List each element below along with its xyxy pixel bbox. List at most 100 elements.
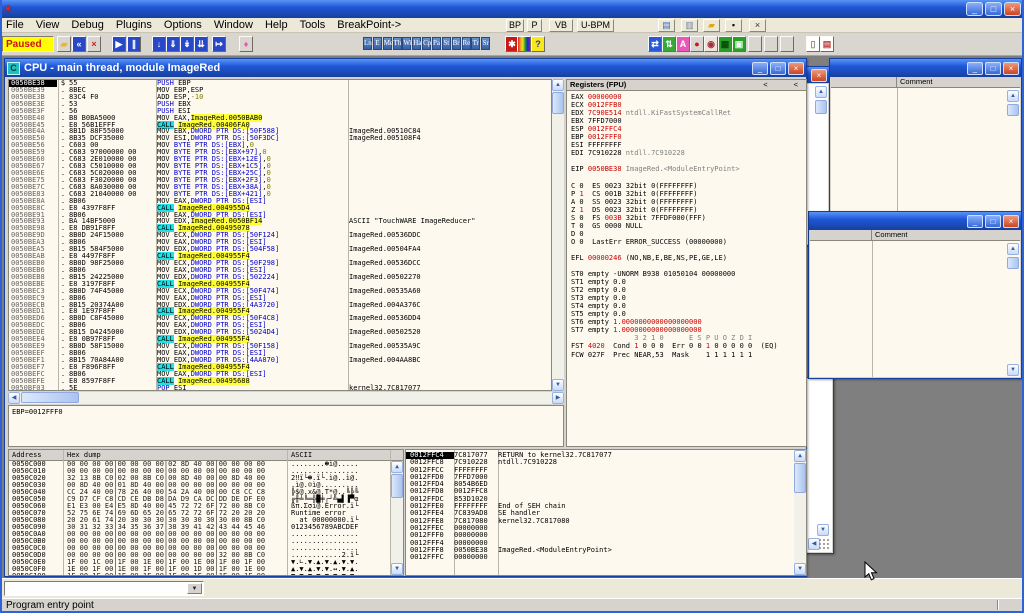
disasm-row[interactable]: 0050BEB0.8B0D 98F25000MOV ECX,DWORD PTR … (9, 260, 551, 267)
stack-row[interactable]: 0012FFFC00000000 (406, 554, 794, 561)
disasm-row[interactable]: 0050BEFE.E8 8597F8FFCALL ImageRed.004956… (9, 378, 551, 385)
register-line[interactable] (571, 173, 806, 181)
blank-button-2[interactable] (764, 36, 778, 52)
step-over-icon[interactable]: ⇓ (166, 36, 180, 52)
disasm-scroll-down[interactable]: ▼ (552, 379, 564, 391)
cpu-maximize-button[interactable]: □ (770, 62, 786, 75)
register-line[interactable] (571, 157, 806, 165)
menu-breakpoint[interactable]: BreakPoint-> (331, 18, 407, 33)
stack-pane[interactable]: 0012FFC47C817077RETURN to kernel32.7C817… (405, 449, 807, 576)
bp-button-vb[interactable]: VB (549, 19, 573, 32)
register-line[interactable]: ECX 0012FFB0 (571, 101, 806, 109)
restore-button[interactable]: □ (985, 2, 1002, 16)
dump-header-ascii[interactable]: ASCII (287, 450, 312, 460)
disasm-row[interactable]: 0050BF03.5EPOP ESIkernel32.7C817077 (9, 385, 551, 391)
close-button[interactable]: × (1004, 2, 1021, 16)
disasm-scroll-up[interactable]: ▲ (552, 79, 564, 91)
appearance-icon[interactable] (517, 36, 531, 52)
letter-button-wi[interactable]: Wi (402, 37, 411, 50)
register-line[interactable]: S 0 FS 003B 32bit 7FFDF000(FFF) (571, 214, 806, 222)
register-line[interactable]: D 0 (571, 230, 806, 238)
bp-button-bp[interactable]: BP (506, 19, 524, 32)
stack-scroll-thumb[interactable] (794, 463, 806, 493)
dump-row[interactable]: 0050C1001F 00 1F 00|1F 00 1F 00|1F 00 1F… (9, 573, 391, 576)
letter-button-cp[interactable]: Cp (422, 37, 431, 50)
menu-file[interactable]: File (0, 18, 30, 33)
blank-button-1[interactable] (748, 36, 762, 52)
winC-scroll-down[interactable]: ▼ (1007, 364, 1019, 376)
register-line[interactable]: P 1 CS 001B 32bit 0(FFFFFFFF) (571, 190, 806, 198)
letter-button-re[interactable]: Re (462, 37, 471, 50)
register-line[interactable] (571, 262, 806, 270)
assemble-icon[interactable]: A (676, 36, 690, 52)
menu-debug[interactable]: Debug (65, 18, 109, 33)
register-line[interactable]: ST0 empty -UNORM B938 01050104 00000000 (571, 270, 806, 278)
winC-scroll-up[interactable]: ▲ (1007, 243, 1019, 255)
winB-scroll-up[interactable]: ▲ (1007, 90, 1019, 102)
letter-button-e[interactable]: E (373, 37, 382, 50)
register-line[interactable]: ESP 0012FFC4 (571, 125, 806, 133)
restart-icon[interactable]: « (72, 36, 86, 52)
disasm-row[interactable]: 0050BE38$55PUSH EBP (9, 80, 551, 87)
layout-2-icon[interactable]: ▤ (820, 36, 834, 52)
menu-tools[interactable]: Tools (294, 18, 332, 33)
letter-button-tr[interactable]: Tr (471, 37, 480, 50)
comment-window-bottom[interactable]: _ □ × Comment ▲ ▼ (808, 211, 1022, 379)
dump-scroll-up[interactable]: ▲ (391, 461, 403, 473)
updown-icon[interactable]: ⇅ (662, 36, 676, 52)
winB-comment-header[interactable]: Comment (897, 77, 933, 87)
close-bar-button[interactable]: × (749, 19, 766, 32)
register-line[interactable]: EDX 7C90E514 ntdll.KiFastSystemCallRet (571, 109, 806, 117)
blank-button-3[interactable] (780, 36, 794, 52)
disasm-scroll-leftbtn[interactable]: ◀ (8, 392, 20, 404)
register-line[interactable]: EBX 7FFD7000 (571, 117, 806, 125)
disasm-row[interactable]: 0050BEF7.E8 F896F8FFCALL ImageRed.004955… (9, 364, 551, 371)
register-line[interactable]: EAX 00000000 (571, 93, 806, 101)
goto-icon[interactable]: ♦ (239, 36, 253, 52)
register-line[interactable]: ST2 empty 0.0 (571, 286, 806, 294)
winB-maximize-button[interactable]: □ (985, 62, 1001, 75)
dump-pane[interactable]: Address Hex dump ASCII 0050C00000 00 00 … (8, 449, 404, 576)
close-program-icon[interactable]: × (87, 36, 101, 52)
winB-titlebar[interactable]: _ □ × (830, 59, 1021, 77)
disasm-row[interactable]: 0050BED6.8B0D C8F45000MOV ECX,DWORD PTR … (9, 315, 551, 322)
cpu-minimize-button[interactable]: _ (752, 62, 768, 75)
winA-close-button[interactable]: × (811, 69, 827, 82)
run-icon[interactable]: ▶ (112, 36, 126, 52)
winC-maximize-button[interactable]: □ (985, 215, 1001, 228)
disassembly-vscrollbar[interactable]: ▲ ▼ (552, 79, 564, 391)
bp-button-p[interactable]: P (527, 19, 542, 32)
winC-titlebar[interactable]: _ □ × (809, 212, 1021, 230)
dump-scroll-thumb[interactable] (391, 474, 403, 498)
disasm-row[interactable]: 0050BE9D.8B0D 24F15000MOV ECX,DWORD PTR … (9, 232, 551, 239)
register-line[interactable]: A 0 SS 0023 32bit 0(FFFFFFFF) (571, 198, 806, 206)
menu-options[interactable]: Options (158, 18, 208, 33)
letter-button-ln[interactable]: Ln (363, 37, 372, 50)
disassembly-pane[interactable]: 0050BE38$55PUSH EBP0050BE39.8BECMOV EBP,… (8, 79, 552, 391)
disassembly-hscrollbar[interactable]: ◀ ▶ (8, 392, 564, 404)
menu-plugins[interactable]: Plugins (110, 18, 158, 33)
letter-button-br[interactable]: Br (452, 37, 461, 50)
register-line[interactable]: ST4 empty 0.0 (571, 302, 806, 310)
trace-into-icon[interactable]: ↡ (180, 36, 194, 52)
winB-close-button[interactable]: × (1003, 62, 1019, 75)
winD-resize-grip[interactable] (818, 538, 831, 551)
registers-collapse-1[interactable]: < (763, 80, 793, 90)
winB-minimize-button[interactable]: _ (967, 62, 983, 75)
registers-collapse-2[interactable]: < (794, 80, 806, 90)
register-line[interactable]: EIP 0050BE38 ImageRed.<ModuleEntryPoint> (571, 165, 806, 173)
notepad-icon[interactable]: ▥ (681, 19, 698, 32)
record-icon[interactable]: ● (690, 36, 704, 52)
dump-scroll-down[interactable]: ▼ (391, 563, 403, 575)
register-line[interactable]: ST3 empty 0.0 (571, 294, 806, 302)
register-line[interactable]: EFL 00000246 (NO,NB,E,BE,NS,PE,GE,LE) (571, 254, 806, 262)
menu-help[interactable]: Help (259, 18, 294, 33)
register-line[interactable]: EBP 0012FFF0 (571, 133, 806, 141)
open-file-icon[interactable]: ▰ (57, 36, 71, 52)
winB-scroll-thumb[interactable] (1007, 104, 1019, 116)
spiral-icon[interactable]: ◉ (704, 36, 718, 52)
letter-button-st[interactable]: St (442, 37, 451, 50)
register-line[interactable]: Z 1 DS 0023 32bit 0(FFFFFFFF) (571, 206, 806, 214)
letter-button-pa[interactable]: Pa (432, 37, 441, 50)
help-icon[interactable]: ? (531, 36, 545, 52)
